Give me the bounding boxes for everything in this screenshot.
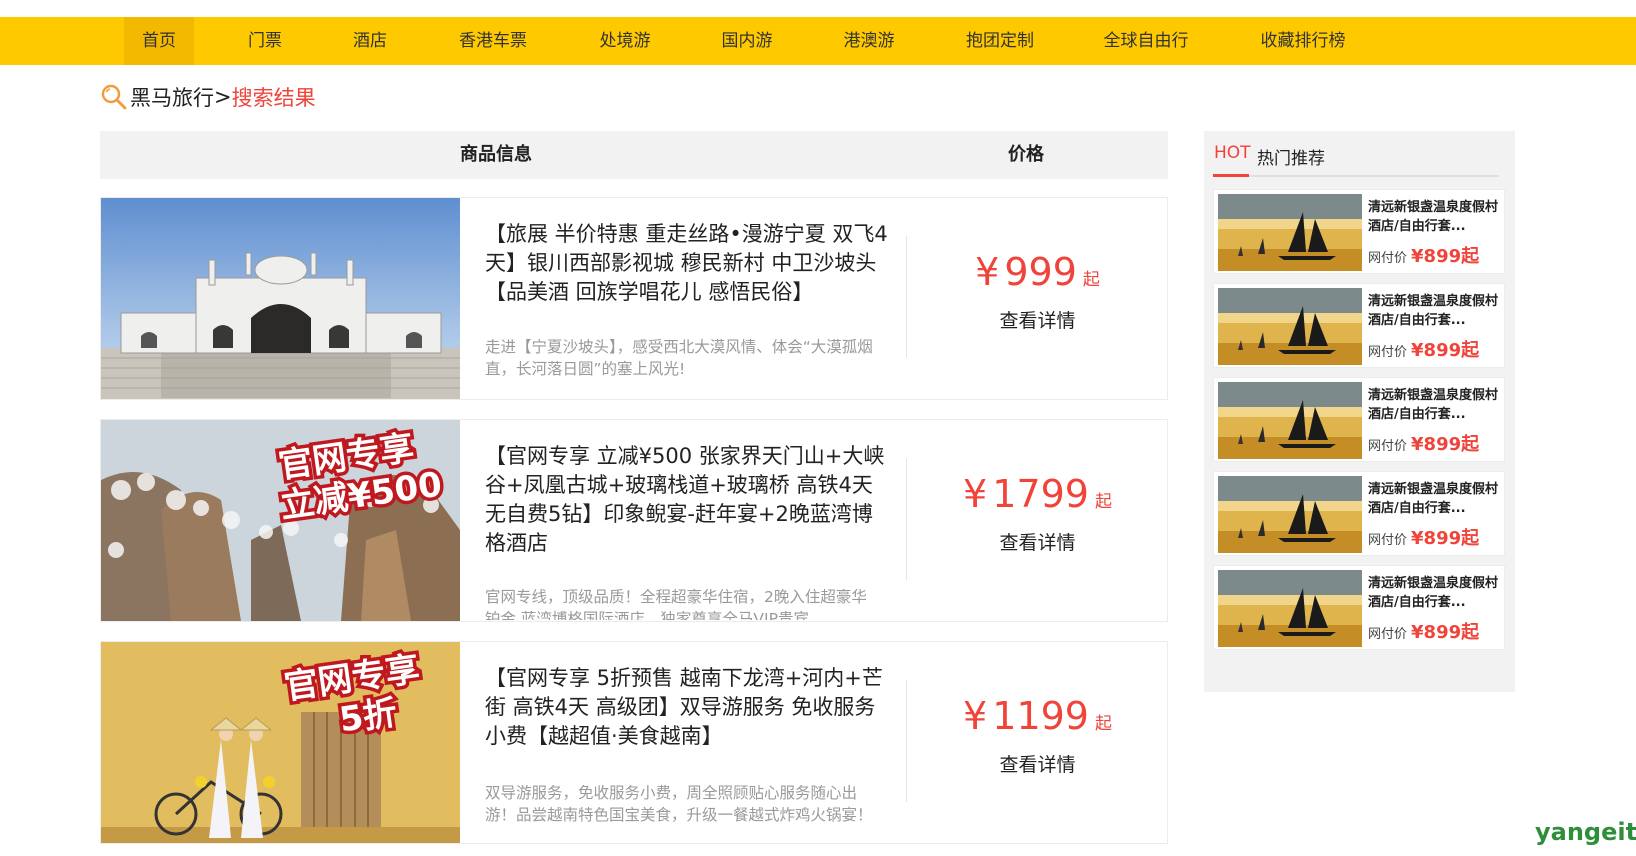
breadcrumb-home[interactable]: 黑马旅行 [130, 82, 214, 112]
nav-item-tickets[interactable]: 门票 [225, 17, 305, 65]
product-price: ¥ 1799 起 [906, 472, 1169, 516]
breadcrumb: 黑马旅行 > 搜索结果 [100, 82, 316, 112]
recommend-price-row: 网付价 ¥899起 [1368, 336, 1479, 362]
price-currency: ¥ [963, 694, 988, 738]
recommend-price-row: 网付价 ¥899起 [1368, 524, 1479, 550]
product-image-mosque[interactable] [101, 198, 460, 399]
hot-label: HOT [1214, 143, 1251, 163]
price-value: 999 [1004, 250, 1077, 294]
sailboat-image[interactable] [1218, 382, 1362, 459]
hot-recommend-sidebar: HOT 热门推荐 清远新银盏温泉度假村酒店/自由行套... 网付价 ¥899起 [1204, 131, 1515, 692]
nav-item-hotels[interactable]: 酒店 [330, 17, 410, 65]
recommend-item[interactable]: 清远新银盏温泉度假村酒店/自由行套... 网付价 ¥899起 [1213, 565, 1505, 650]
nav-item-hk-bus[interactable]: 香港车票 [448, 17, 538, 65]
recommend-item[interactable]: 清远新银盏温泉度假村酒店/自由行套... 网付价 ¥899起 [1213, 283, 1505, 368]
recommend-item-name[interactable]: 清远新银盏温泉度假村酒店/自由行套... [1368, 386, 1502, 424]
nav-item-group-custom[interactable]: 抱团定制 [955, 17, 1045, 65]
breadcrumb-current: 搜索结果 [231, 86, 316, 110]
recommend-price-row: 网付价 ¥899起 [1368, 618, 1479, 644]
product-image-vietnam[interactable]: 官网专享 5折 [101, 642, 460, 843]
product-description: 官网专线，顶级品质！全程超豪华住宿，2晚入住超豪华铂金 蓝湾博格国际酒店，独家尊… [485, 588, 867, 620]
recommend-item[interactable]: 清远新银盏温泉度假村酒店/自由行套... 网付价 ¥899起 [1213, 189, 1505, 274]
breadcrumb-separator: > [214, 85, 232, 109]
recommend-price-label: 网付价 [1368, 251, 1408, 266]
recommend-price-label: 网付价 [1368, 345, 1408, 360]
recommend-price-label: 网付价 [1368, 627, 1408, 642]
search-icon [101, 84, 127, 110]
recommend-item-name[interactable]: 清远新银盏温泉度假村酒店/自由行套... [1368, 574, 1502, 612]
recommend-price: ¥899起 [1411, 622, 1480, 643]
nav-item-favorites-rank[interactable]: 收藏排行榜 [1253, 17, 1353, 65]
recommend-item[interactable]: 清远新银盏温泉度假村酒店/自由行套... 网付价 ¥899起 [1213, 471, 1505, 556]
nav-item-hk-macau[interactable]: 港澳游 [829, 17, 909, 65]
product-card[interactable]: 官网专享 5折 【官网专享 5折预售 越南下龙湾+河内+芒街 高铁4天 高级团】… [100, 641, 1168, 844]
top-nav: 首页 门票 酒店 香港车票 处境游 国内游 港澳游 抱团定制 全球自由行 收藏排… [0, 17, 1636, 65]
nav-item-global-free[interactable]: 全球自由行 [1096, 17, 1196, 65]
nav-item-domestic[interactable]: 国内游 [707, 17, 787, 65]
product-description: 双导游服务，免收服务小费，周全照顾贴心服务随心出游！品尝越南特色国宝美食，升级一… [485, 784, 873, 824]
recommend-price-row: 网付价 ¥899起 [1368, 430, 1479, 456]
recommend-item[interactable]: 清远新银盏温泉度假村酒店/自由行套... 网付价 ¥899起 [1213, 377, 1505, 462]
divider-accent [1213, 174, 1249, 177]
sailboat-image[interactable] [1218, 194, 1362, 271]
nav-item-home[interactable]: 首页 [124, 17, 194, 65]
price-currency: ¥ [975, 250, 1000, 294]
product-image-snowy-mountain[interactable]: 官网专享 立减¥500 [101, 420, 460, 621]
product-title[interactable]: 【官网专享 5折预售 越南下龙湾+河内+芒街 高铁4天 高级团】双导游服务 免收… [485, 664, 890, 751]
recommend-item-name[interactable]: 清远新银盏温泉度假村酒店/自由行套... [1368, 292, 1502, 330]
header-product-info: 商品信息 [460, 144, 532, 165]
sailboat-image[interactable] [1218, 570, 1362, 647]
price-suffix: 起 [1095, 492, 1112, 512]
product-card[interactable]: 官网专享 立减¥500 【官网专享 立减¥500 张家界天门山+大峡谷+凤凰古城… [100, 419, 1168, 622]
watermark-logo: yangeit [1535, 818, 1636, 846]
product-description: 走进【宁夏沙坡头】，感受西北大漠风情、体会“大漠孤烟直，长河落日圆”的塞上风光! [485, 338, 873, 378]
header-price: 价格 [1008, 144, 1044, 165]
price-value: 1799 [992, 472, 1089, 516]
price-suffix: 起 [1095, 714, 1112, 734]
recommend-price-label: 网付价 [1368, 439, 1408, 454]
recommend-price: ¥899起 [1411, 246, 1480, 267]
sailboat-image[interactable] [1218, 288, 1362, 365]
recommend-price-label: 网付价 [1368, 533, 1408, 548]
view-details-link[interactable]: 查看详情 [906, 306, 1169, 333]
divider [1213, 175, 1499, 177]
hot-title: 热门推荐 [1257, 149, 1325, 169]
price-suffix: 起 [1082, 270, 1100, 290]
sailboat-image[interactable] [1218, 476, 1362, 553]
nav-item-outbound[interactable]: 处境游 [585, 17, 665, 65]
results-header: 商品信息 价格 [100, 131, 1168, 179]
view-details-link[interactable]: 查看详情 [906, 528, 1169, 555]
price-currency: ¥ [963, 472, 988, 516]
product-title[interactable]: 【旅展 半价特惠 重走丝路•漫游宁夏 双飞4天】银川西部影视城 穆民新村 中卫沙… [485, 220, 890, 307]
view-details-link[interactable]: 查看详情 [906, 750, 1169, 777]
recommend-price: ¥899起 [1411, 434, 1480, 455]
recommend-price: ¥899起 [1411, 340, 1480, 361]
product-card[interactable]: 【旅展 半价特惠 重走丝路•漫游宁夏 双飞4天】银川西部影视城 穆民新村 中卫沙… [100, 197, 1168, 400]
product-title[interactable]: 【官网专享 立减¥500 张家界天门山+大峡谷+凤凰古城+玻璃栈道+玻璃桥 高铁… [485, 442, 890, 558]
recommend-item-name[interactable]: 清远新银盏温泉度假村酒店/自由行套... [1368, 480, 1502, 518]
recommend-price-row: 网付价 ¥899起 [1368, 242, 1479, 268]
recommend-price: ¥899起 [1411, 528, 1480, 549]
badge-text-line2: 5折 [337, 693, 400, 741]
price-value: 1199 [992, 694, 1089, 738]
recommend-item-name[interactable]: 清远新银盏温泉度假村酒店/自由行套... [1368, 198, 1502, 236]
product-price: ¥ 999 起 [906, 250, 1169, 294]
product-price: ¥ 1199 起 [906, 694, 1169, 738]
